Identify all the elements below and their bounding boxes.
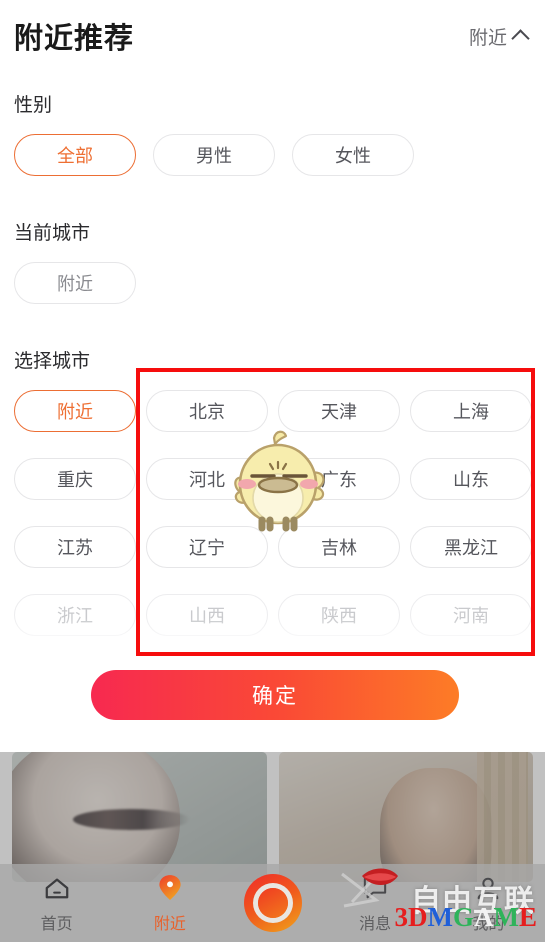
current-city-label: 当前城市 — [14, 223, 91, 244]
record-button-icon — [243, 874, 302, 932]
message-icon — [359, 873, 391, 903]
page-title: 附近推荐 — [14, 23, 135, 55]
user-icon — [472, 873, 504, 903]
bottom-navigation: 首页 附近 消息 我的 — [0, 864, 545, 942]
current-city-chip[interactable]: 附近 — [14, 262, 136, 304]
choose-city-label: 选择城市 — [14, 351, 91, 372]
gender-option-female[interactable]: 女性 — [292, 134, 414, 176]
video-card-male[interactable] — [278, 752, 533, 882]
city-chip-guangdong[interactable]: 广东 — [278, 458, 400, 500]
gender-option-all[interactable]: 全部 — [14, 134, 136, 176]
city-chip-nearby[interactable]: 附近 — [14, 390, 136, 432]
city-chip-shandong[interactable]: 山东 — [410, 458, 532, 500]
city-chip-chongqing[interactable]: 重庆 — [14, 458, 136, 500]
record-button[interactable] — [227, 874, 319, 932]
chevron-up-icon — [511, 28, 530, 48]
record-button-inner — [257, 888, 288, 918]
nav-item-profile[interactable]: 我的 — [432, 864, 545, 942]
city-chip-shanghai[interactable]: 上海 — [410, 390, 532, 432]
city-chip-beijing[interactable]: 北京 — [146, 390, 268, 432]
city-grid: 附近 北京 天津 上海 重庆 河北 广东 山东 江苏 辽宁 吉林 黑龙江 浙江 … — [14, 390, 536, 636]
nav-label-nearby: 附近 — [153, 915, 186, 933]
gender-options: 全部 男性 女性 — [14, 134, 414, 176]
location-pin-icon — [154, 873, 186, 903]
nav-item-messages[interactable]: 消息 — [319, 864, 432, 942]
current-city-value-row: 附近 — [14, 262, 136, 304]
city-chip-jiangsu[interactable]: 江苏 — [14, 526, 136, 568]
city-chip-tianjin[interactable]: 天津 — [278, 390, 400, 432]
city-chip-shanxi[interactable]: 山西 — [146, 594, 268, 636]
app-root: 附近推荐 附近 性别 全部 男性 女性 当前城市 附近 选择城市 附近 北京 天… — [0, 0, 545, 942]
city-chip-liaoning[interactable]: 辽宁 — [146, 526, 268, 568]
location-filter-toggle[interactable]: 附近 — [468, 23, 530, 50]
location-filter-label: 附近 — [468, 27, 507, 49]
page-header: 附近推荐 附近 — [0, 0, 545, 72]
city-chip-zhejiang[interactable]: 浙江 — [14, 594, 136, 636]
city-chip-jilin[interactable]: 吉林 — [278, 526, 400, 568]
gender-option-male[interactable]: 男性 — [153, 134, 275, 176]
city-chip-hebei[interactable]: 河北 — [146, 458, 268, 500]
city-chip-henan[interactable]: 河南 — [410, 594, 532, 636]
gender-section-label: 性别 — [14, 95, 53, 116]
nav-label-messages: 消息 — [359, 915, 392, 933]
nav-item-nearby[interactable]: 附近 — [113, 864, 226, 942]
nav-item-home[interactable]: 首页 — [0, 864, 113, 942]
nav-label-profile: 我的 — [472, 915, 505, 933]
city-chip-heilongjiang[interactable]: 黑龙江 — [410, 526, 532, 568]
home-icon — [41, 873, 73, 903]
confirm-button[interactable]: 确定 — [91, 670, 459, 720]
nav-label-home: 首页 — [40, 915, 73, 933]
city-chip-shaanxi[interactable]: 陕西 — [278, 594, 400, 636]
video-card-female[interactable] — [12, 752, 267, 882]
